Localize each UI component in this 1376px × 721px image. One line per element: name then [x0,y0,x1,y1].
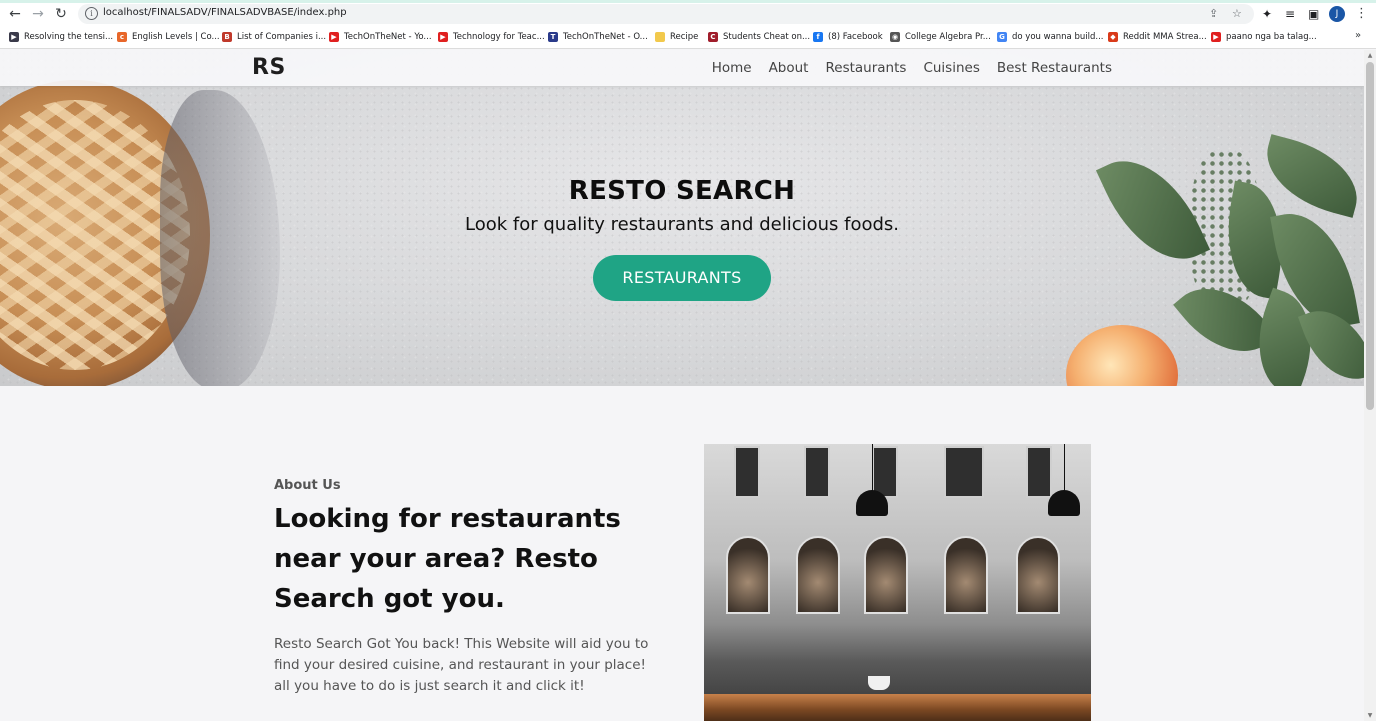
more-bookmarks-icon[interactable]: » [1355,30,1361,41]
nav-link-home[interactable]: Home [712,60,752,76]
bookmark-label: (8) Facebook [828,32,883,42]
photo-arch-window [796,536,840,614]
bookmark-item[interactable]: ▶ TechOnTheNet - Yo... [329,29,432,45]
page-viewport: RESTO SEARCH Look for quality restaurant… [0,50,1364,721]
bookmark-label: Resolving the tensi... [24,32,114,42]
nav-link-best-restaurants[interactable]: Best Restaurants [997,60,1112,76]
photo-arch-window [864,536,908,614]
site-logo[interactable]: RS [252,55,286,80]
bookmarks-bar: » ▶ Resolving the tensi... c English Levels… [0,27,1376,47]
lamp-cord [872,444,873,492]
bookmark-star-icon[interactable]: ☆ [1232,7,1242,20]
bookmark-label: do you wanna build... [1012,32,1104,42]
back-icon[interactable]: ← [6,5,24,23]
profile-avatar[interactable]: J [1329,6,1345,22]
bookmark-item[interactable]: Recipe [655,29,698,45]
reading-list-icon[interactable]: ≡ [1285,7,1295,21]
nav-links: Home About Restaurants Cuisines Best Res… [712,50,1112,86]
scroll-up-icon[interactable]: ▲ [1366,52,1374,59]
bookmark-favicon-icon: T [548,32,558,42]
bookmark-favicon-icon: G [997,32,1007,42]
bookmark-item[interactable]: f (8) Facebook [813,29,883,45]
bookmark-label: Students Cheat on... [723,32,811,42]
forward-icon[interactable]: → [29,5,47,23]
bookmark-label: English Levels | Co... [132,32,220,42]
bookmark-item[interactable]: C Students Cheat on... [708,29,810,45]
bookmark-favicon-icon: c [117,32,127,42]
bookmark-favicon-icon: ▶ [1211,32,1221,42]
reload-icon[interactable]: ↻ [52,5,70,23]
site-navbar: RS Home About Restaurants Cuisines Best … [0,50,1364,86]
pendant-lamp [1048,490,1080,516]
bookmark-label: paano nga ba talag... [1226,32,1317,42]
photo-arch-window [726,536,770,614]
bookmark-item[interactable]: ▶ Resolving the tensi... [9,29,113,45]
side-panel-icon[interactable]: ▣ [1308,7,1319,21]
bookmark-item[interactable]: ◉ College Algebra Pr... [890,29,991,45]
scrollbar[interactable]: ▲ ▼ [1364,50,1376,721]
bookmark-favicon-icon: C [708,32,718,42]
share-icon[interactable]: ⇪ [1209,7,1218,20]
photo-window [804,446,830,498]
url-text[interactable]: localhost/FINALSADV/FINALSADVBASE/index.… [103,7,347,18]
bookmark-label: Recipe [670,32,699,42]
hero-subtitle: Look for quality restaurants and delicio… [465,214,899,235]
bookmark-label: TechOnTheNet - Yo... [344,32,432,42]
nav-link-about[interactable]: About [769,60,809,76]
bookmark-item[interactable]: ▶ Technology for Teac... [438,29,545,45]
browser-menu-icon[interactable]: ⋮ [1355,6,1368,21]
hero-content: RESTO SEARCH Look for quality restaurant… [0,176,1364,301]
scroll-thumb[interactable] [1366,62,1374,410]
site-info-icon[interactable]: i [85,7,98,20]
bookmark-favicon-icon: f [813,32,823,42]
photo-window [944,446,984,498]
nav-link-cuisines[interactable]: Cuisines [923,60,979,76]
bookmark-label: Reddit MMA Strea... [1123,32,1207,42]
bookmark-label: TechOnTheNet - O... [563,32,648,42]
pendant-lamp [856,490,888,516]
address-row: ← → ↻ i localhost/FINALSADV/FINALSADVBAS… [0,3,1376,25]
photo-counter [704,694,1091,721]
bookmark-item[interactable]: ▶ paano nga ba talag... [1211,29,1317,45]
photo-window [734,446,760,498]
bookmark-item[interactable]: Gdo you wanna build... [997,29,1103,45]
hero-section: RESTO SEARCH Look for quality restaurant… [0,50,1364,386]
photo-arch-window [944,536,988,614]
bookmark-item[interactable]: ◆ Reddit MMA Strea... [1108,29,1207,45]
bookmark-label: College Algebra Pr... [905,32,991,42]
browser-chrome: ← → ↻ i localhost/FINALSADV/FINALSADVBAS… [0,0,1376,49]
photo-window [1026,446,1052,498]
bookmark-favicon-icon: ▶ [329,32,339,42]
bookmark-favicon-icon: ▶ [438,32,448,42]
bookmark-favicon-icon [655,32,665,42]
bookmark-favicon-icon: ▶ [9,32,19,42]
bookmark-item[interactable]: c English Levels | Co... [117,29,220,45]
about-label: About Us [274,478,341,493]
lamp-cord [1064,444,1065,492]
bookmark-item[interactable]: B List of Companies i... [222,29,326,45]
hero-title: RESTO SEARCH [568,176,796,206]
photo-cup [868,676,890,690]
bookmark-item[interactable]: T TechOnTheNet - O... [548,29,648,45]
nav-link-restaurants[interactable]: Restaurants [825,60,906,76]
restaurant-photo [704,444,1091,721]
extensions-icon[interactable]: ✦ [1262,7,1272,21]
about-text: Resto Search Got You back! This Website … [274,636,649,694]
address-bar[interactable]: i localhost/FINALSADV/FINALSADVBASE/inde… [78,4,1254,24]
scroll-down-icon[interactable]: ▼ [1366,712,1374,719]
photo-arch-window [1016,536,1060,614]
bookmark-favicon-icon: B [222,32,232,42]
bookmark-label: Technology for Teac... [453,32,545,42]
about-section: About Us Looking for restaurants near yo… [0,386,1364,721]
bookmark-favicon-icon: ◆ [1108,32,1118,42]
bookmark-label: List of Companies i... [237,32,327,42]
bookmark-favicon-icon: ◉ [890,32,900,42]
restaurants-button[interactable]: RESTAURANTS [593,255,771,301]
about-heading: Looking for restaurants near your area? … [274,504,621,614]
